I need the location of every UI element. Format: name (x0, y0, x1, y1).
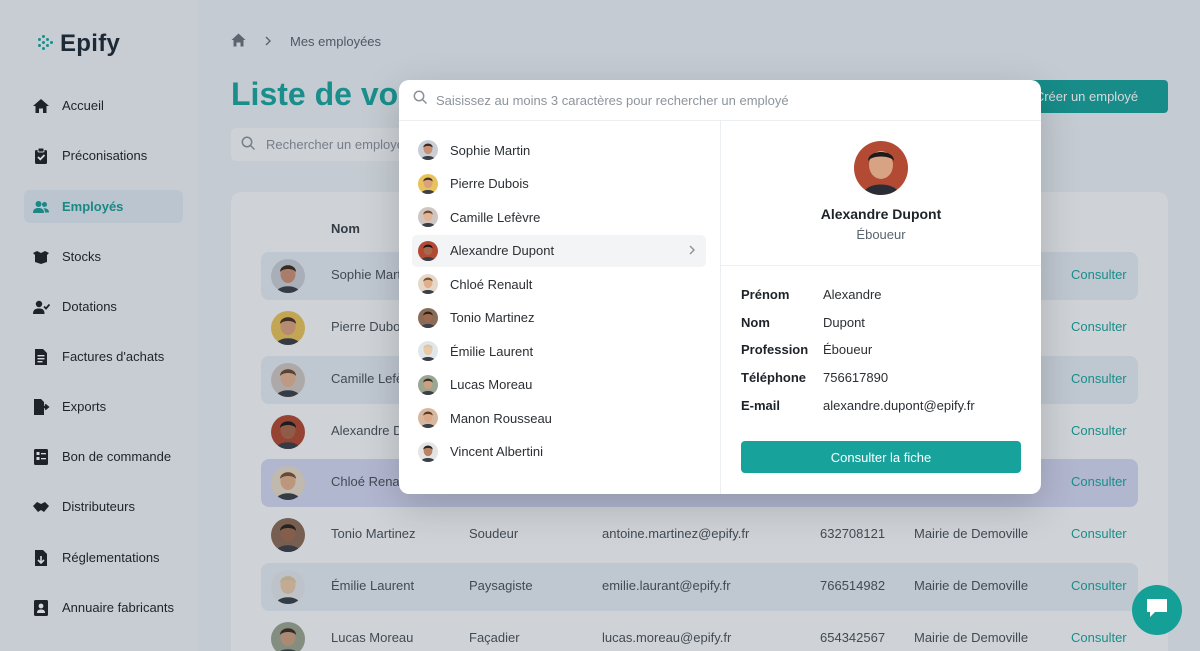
avatar (418, 274, 438, 294)
avatar (418, 341, 438, 361)
detail-role: Éboueur (856, 227, 906, 242)
avatar (418, 207, 438, 227)
field-label-email: E-mail (741, 398, 781, 413)
avatar (418, 374, 438, 395)
consult-profile-button[interactable]: Consulter la fiche (741, 441, 1021, 473)
chevron-right-icon (688, 244, 696, 259)
search-result-item[interactable]: Tonio Martinez (412, 302, 706, 334)
search-icon (413, 90, 428, 110)
search-result-item[interactable]: Sophie Martin (412, 134, 706, 166)
modal-divider (720, 121, 721, 494)
field-label-prenom: Prénom (741, 287, 790, 302)
modal-search-bar (399, 80, 1041, 121)
result-name: Lucas Moreau (450, 377, 533, 392)
search-result-item[interactable]: Alexandre Dupont (412, 234, 706, 267)
avatar (418, 173, 438, 194)
employee-search-modal: Sophie Martin Pierre Dubois Camille Lefè… (399, 80, 1041, 494)
field-value-prenom: Alexandre (823, 287, 882, 302)
result-name: Vincent Albertini (450, 444, 543, 459)
field-value-email: alexandre.dupont@epify.fr (823, 398, 975, 413)
chat-icon (1145, 597, 1169, 624)
avatar (854, 141, 908, 195)
avatar (418, 240, 438, 261)
avatar (418, 140, 438, 160)
search-result-item[interactable]: Vincent Albertini (412, 436, 706, 468)
result-name: Chloé Renault (450, 276, 533, 292)
result-name: Émilie Laurent (450, 343, 534, 359)
field-label-profession: Profession (741, 342, 809, 357)
search-result-item[interactable]: Chloé Renault (412, 268, 706, 300)
search-result-item[interactable]: Pierre Dubois (412, 168, 706, 200)
result-name: Sophie Martin (450, 142, 531, 158)
field-label-telephone: Téléphone (741, 370, 807, 385)
result-name: Pierre Dubois (450, 176, 529, 191)
chat-button[interactable] (1132, 585, 1182, 635)
detail-divider (721, 265, 1041, 266)
field-value-telephone: 756617890 (823, 370, 889, 385)
field-value-profession: Éboueur (823, 342, 873, 357)
result-name: Alexandre Dupont (450, 243, 555, 258)
search-result-item[interactable]: Camille Lefèvre (412, 201, 706, 233)
avatar (418, 307, 438, 328)
result-name: Tonio Martinez (450, 310, 535, 325)
search-result-item[interactable]: Émilie Laurent (412, 335, 706, 367)
detail-name: Alexandre Dupont (820, 206, 942, 222)
search-result-item[interactable]: Manon Rousseau (412, 402, 706, 434)
avatar (418, 408, 438, 428)
modal-search-input[interactable] (436, 92, 996, 108)
field-label-nom: Nom (741, 315, 770, 330)
result-name: Camille Lefèvre (450, 209, 541, 225)
avatar (418, 441, 438, 462)
result-name: Manon Rousseau (450, 410, 552, 426)
search-result-item[interactable]: Lucas Moreau (412, 369, 706, 401)
field-value-nom: Dupont (823, 315, 865, 330)
